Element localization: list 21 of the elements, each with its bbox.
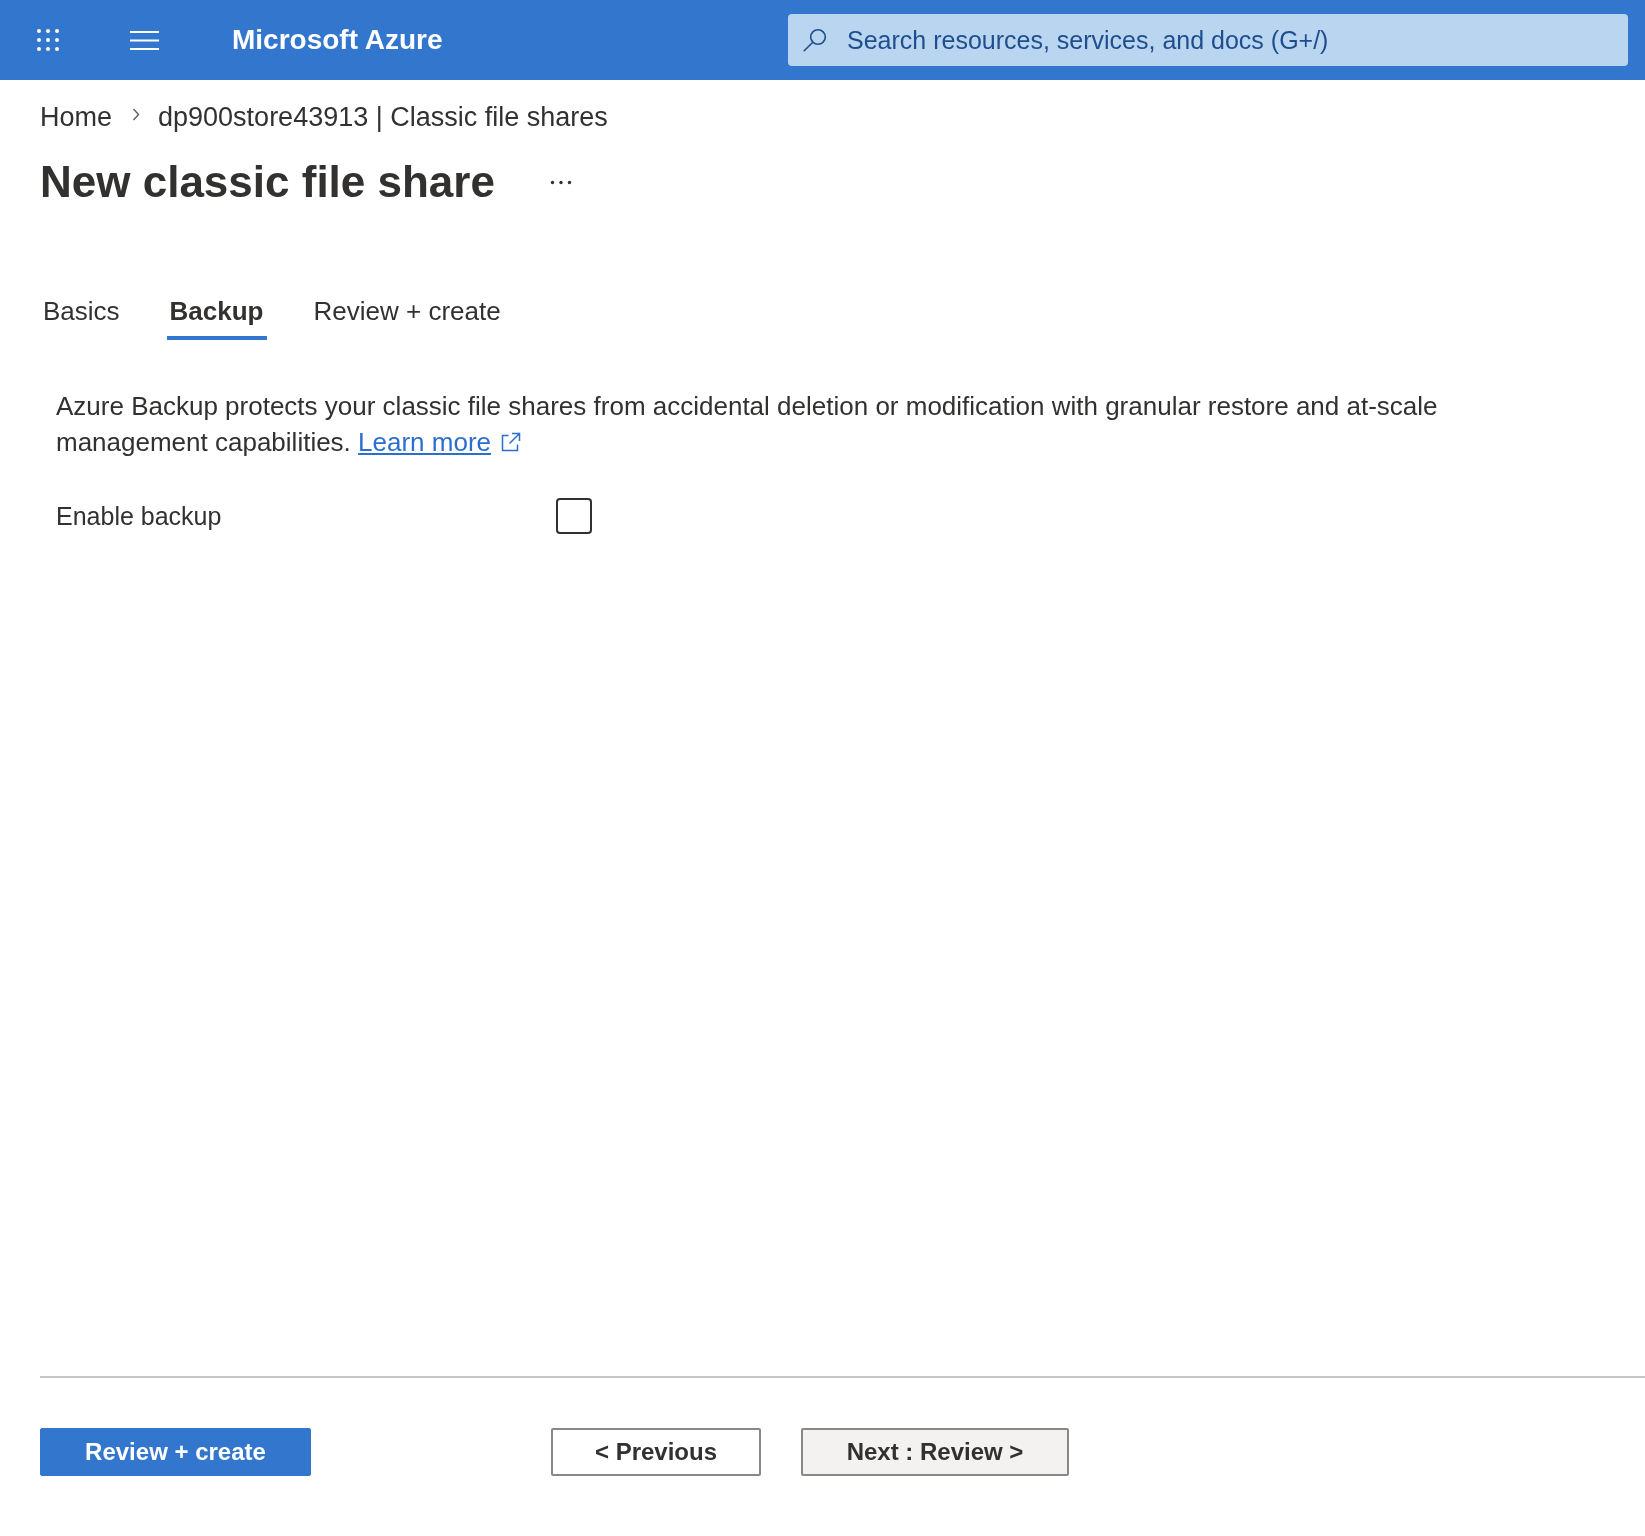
description-text: Azure Backup protects your classic file shares from accidental deletion or modification with granular restore and at-scale management capabilities. Learn more <box>56 390 1439 459</box>
field-label: Enable backup <box>56 501 223 532</box>
checkbox[interactable] <box>556 498 592 534</box>
previous-button[interactable]: < Previous <box>551 1428 761 1476</box>
review-create-button[interactable]: Review + create <box>40 1428 311 1476</box>
breadcrumb-link[interactable]: Home <box>40 100 113 134</box>
tab[interactable]: Basics <box>40 294 123 340</box>
brand-link[interactable]: Microsoft Azure <box>232 19 443 61</box>
next-button[interactable]: Next : Review > <box>801 1428 1069 1476</box>
search-field[interactable]: Search resources, services, and docs (G+/) <box>788 14 1628 66</box>
dot-grid-icon[interactable] <box>37 29 59 51</box>
page-title: New classic file share <box>40 156 495 208</box>
learn-more-link[interactable]: Learn more <box>358 427 522 457</box>
more-icon[interactable] <box>549 179 572 185</box>
tab[interactable]: Review + create <box>310 294 504 340</box>
tab[interactable]: Backup <box>166 294 267 340</box>
breadcrumb-link[interactable]: dp900store43913 | Classic file shares <box>158 100 608 134</box>
external-link-icon <box>500 432 522 453</box>
chevron-icon <box>132 107 141 121</box>
search-icon <box>803 28 827 52</box>
menu-icon[interactable] <box>130 30 159 50</box>
